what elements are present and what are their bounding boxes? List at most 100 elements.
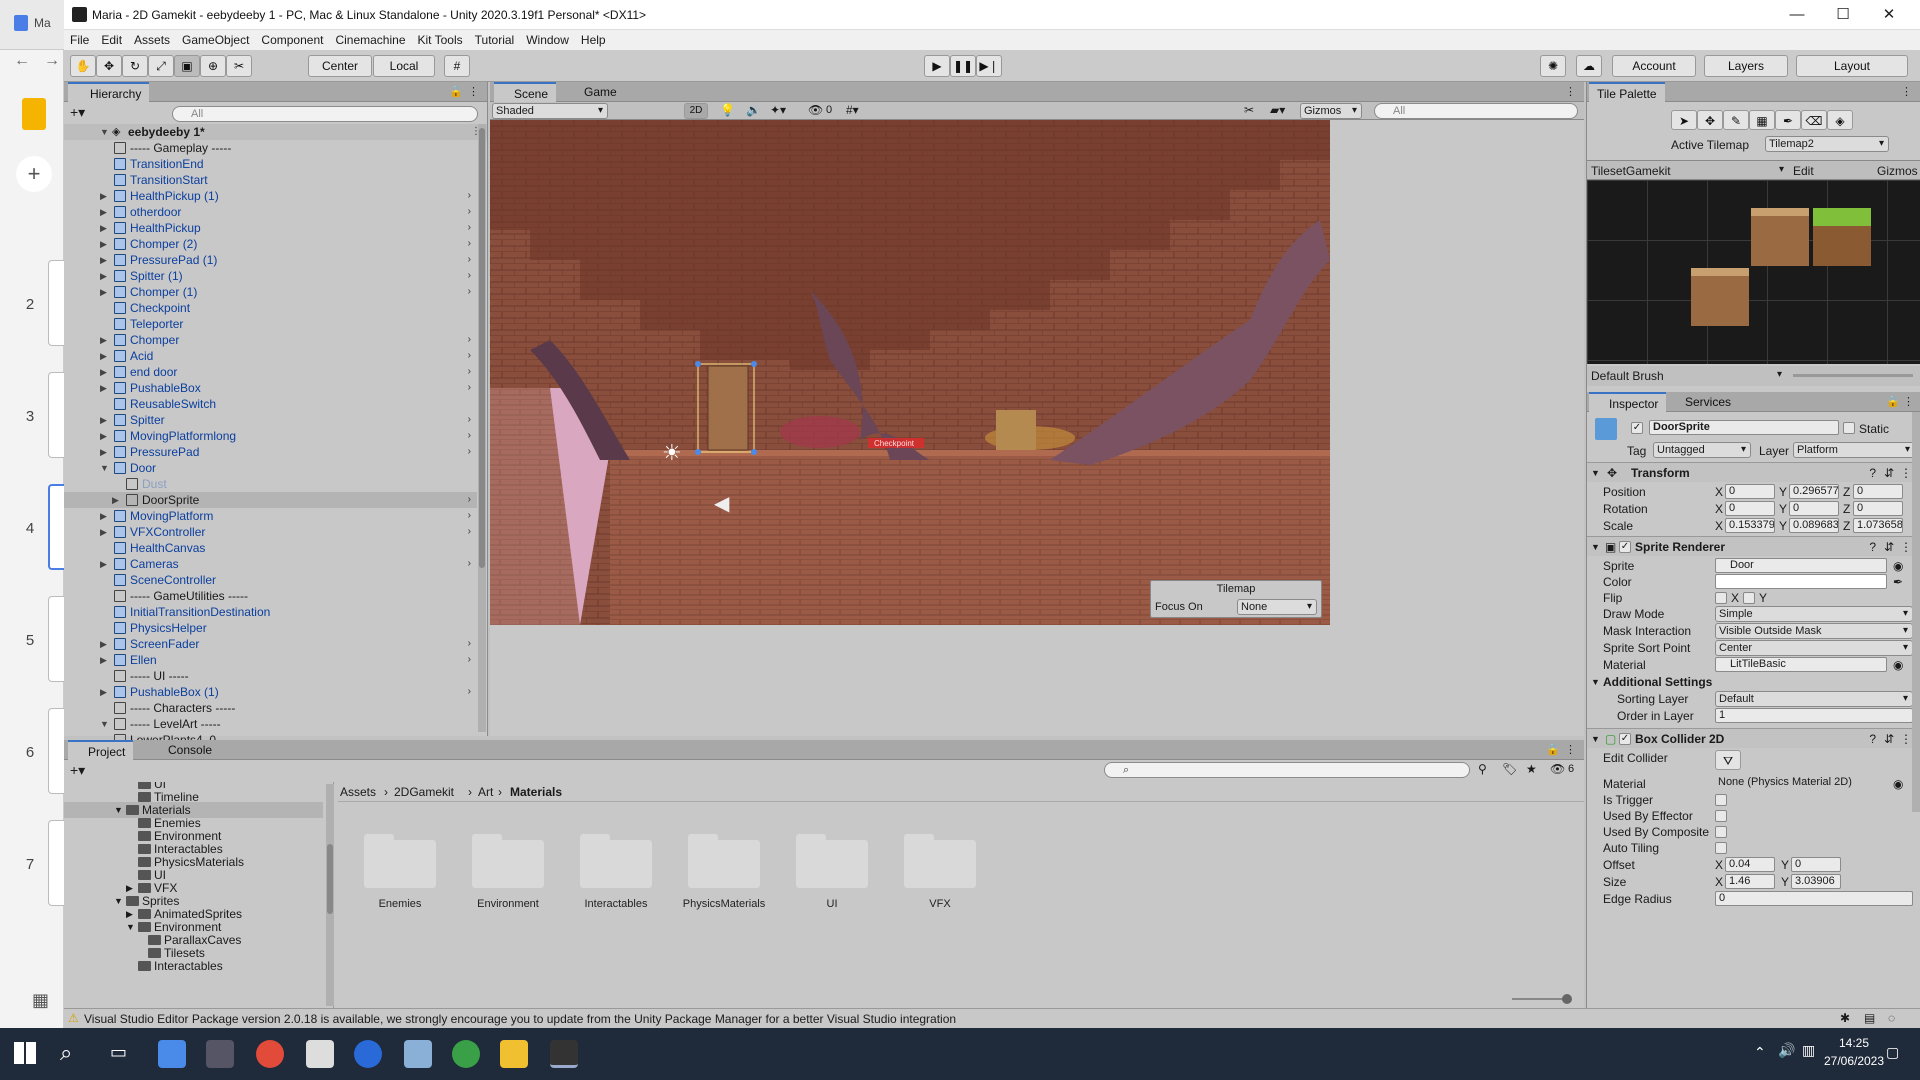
hierarchy-search-input[interactable]: All <box>172 106 478 122</box>
tag-dropdown[interactable]: Untagged <box>1653 442 1751 458</box>
expand-arrow[interactable]: ▶ <box>100 652 107 668</box>
active-tilemap-dropdown[interactable]: Tilemap2 <box>1765 136 1889 152</box>
hierarchy-row[interactable]: ----- GameUtilities ----- <box>64 588 477 604</box>
project-search-input[interactable]: ⌕ <box>1104 762 1470 778</box>
hierarchy-row[interactable]: ▼ Door <box>64 460 477 476</box>
expand-arrow[interactable]: ▶ <box>100 188 107 204</box>
panel-menu-icon[interactable]: ⋮ <box>1565 85 1576 98</box>
lock-icon[interactable]: 🔒 <box>449 85 463 98</box>
effects-icon[interactable]: ✦▾ <box>770 103 786 117</box>
expand-arrow[interactable]: ▶ <box>100 364 107 380</box>
hierarchy-row[interactable]: ▶ DoorSprite › <box>64 492 477 508</box>
prefab-open-icon[interactable]: › <box>468 652 471 668</box>
position-y-field[interactable]: 0.296577 <box>1789 484 1839 499</box>
position-z-field[interactable]: 0 <box>1853 484 1903 499</box>
add-slide-button[interactable]: + <box>16 156 52 192</box>
project-tree-item[interactable]: Interactables <box>64 958 323 974</box>
edit-collider-button[interactable]: ⛛ <box>1715 750 1741 770</box>
offset-y-field[interactable]: 0 <box>1791 857 1841 872</box>
forward-icon[interactable]: → <box>44 52 60 70</box>
hierarchy-row[interactable]: ▶ Chomper (2) › <box>64 236 477 252</box>
scene-root-row[interactable]: ▼ ◈ eebydeeby 1* ⋮ <box>64 124 487 140</box>
mask-dropdown[interactable]: Visible Outside Mask <box>1715 623 1913 639</box>
filter-label-icon[interactable]: 🏷 <box>1502 762 1517 776</box>
sprite-renderer-header[interactable]: ▼ ▣ ✓ Sprite Renderer ? ⇵ ⋮ <box>1587 536 1920 556</box>
expand-arrow[interactable]: ▶ <box>100 332 107 348</box>
tile-brick-1[interactable] <box>1751 208 1809 266</box>
play-button[interactable]: ▶ <box>924 55 950 77</box>
expand-arrow[interactable]: ▼ <box>100 460 109 476</box>
menu-cinemachine[interactable]: Cinemachine <box>329 33 411 47</box>
collider-material-field[interactable]: None (Physics Material 2D) <box>1715 776 1887 791</box>
is-trigger-checkbox[interactable] <box>1715 794 1727 806</box>
prefab-open-icon[interactable]: › <box>468 492 471 508</box>
prefab-open-icon[interactable]: › <box>468 236 471 252</box>
hierarchy-row[interactable]: ▶ Chomper (1) › <box>64 284 477 300</box>
breadcrumb-materials[interactable]: Materials <box>510 785 562 799</box>
hierarchy-row[interactable]: ▶ PushableBox (1) › <box>64 684 477 700</box>
hierarchy-row[interactable]: ▶ MovingPlatform › <box>64 508 477 524</box>
hand-tool-button[interactable]: ✋ <box>70 55 96 77</box>
hierarchy-row[interactable]: ▶ HealthPickup (1) › <box>64 188 477 204</box>
chrome-profile-icon[interactable] <box>452 1040 480 1068</box>
hierarchy-row[interactable]: Checkpoint <box>64 300 477 316</box>
handle-tr[interactable] <box>751 361 757 367</box>
help-icon[interactable]: ? <box>1869 537 1876 557</box>
scale-tool-button[interactable]: ⤢ <box>148 55 174 77</box>
background-tab[interactable]: Ma <box>0 0 64 50</box>
menu-tutorial[interactable]: Tutorial <box>469 33 521 47</box>
prefab-open-icon[interactable]: › <box>468 556 471 572</box>
auto-tiling-checkbox[interactable] <box>1715 842 1727 854</box>
folder-ui[interactable]: UI <box>796 828 868 910</box>
tab-game[interactable]: Game <box>564 82 625 102</box>
hierarchy-row[interactable]: ▶ MovingPlatformlong › <box>64 428 477 444</box>
tile-brick-2[interactable] <box>1691 268 1749 326</box>
tile-grid[interactable] <box>1587 180 1920 364</box>
hierarchy-row[interactable]: ▶ Ellen › <box>64 652 477 668</box>
scale-z-field[interactable]: 1.073658 <box>1853 518 1903 533</box>
palette-dropdown-arrow[interactable]: ▾ <box>1779 164 1784 175</box>
shading-dropdown[interactable]: Shaded <box>492 103 608 119</box>
chrome-icon[interactable] <box>256 1040 284 1068</box>
tray-chevron-icon[interactable]: ⌃ <box>1754 1044 1766 1061</box>
rotation-x-field[interactable]: 0 <box>1725 501 1775 516</box>
status-message[interactable]: Visual Studio Editor Package version 2.0… <box>84 1012 956 1026</box>
menu-file[interactable]: File <box>64 33 95 47</box>
expand-arrow[interactable]: ▶ <box>100 204 107 220</box>
cache-icon[interactable]: ▤ <box>1864 1011 1875 1025</box>
rotate-tool-button[interactable]: ↻ <box>122 55 148 77</box>
hierarchy-row[interactable]: Dust <box>64 476 477 492</box>
flip-y-checkbox[interactable] <box>1743 592 1755 604</box>
lock-icon[interactable]: 🔒 <box>1546 743 1560 756</box>
palette-dropdown[interactable]: TilesetGamekit <box>1591 164 1671 178</box>
focus-dropdown[interactable]: None <box>1237 599 1317 615</box>
prefab-open-icon[interactable]: › <box>468 204 471 220</box>
folder-physicsmaterials[interactable]: PhysicsMaterials <box>683 828 765 910</box>
fill-tool-icon[interactable]: ◈ <box>1827 110 1853 130</box>
hierarchy-row[interactable]: TransitionEnd <box>64 156 477 172</box>
help-icon[interactable]: ? <box>1869 463 1876 483</box>
box-collider-header[interactable]: ▼ ▢ ✓ Box Collider 2D ? ⇵ ⋮ <box>1587 728 1920 748</box>
object-picker-icon[interactable]: ◉ <box>1893 558 1903 574</box>
transform-tool-button[interactable]: ⊕ <box>200 55 226 77</box>
custom-tool-button[interactable]: ✂ <box>226 55 252 77</box>
hierarchy-row[interactable]: HealthCanvas <box>64 540 477 556</box>
clock-time[interactable]: 14:25 <box>1822 1036 1886 1050</box>
search-icon[interactable]: ⌕ <box>60 1040 72 1066</box>
expand-arrow[interactable]: ▼ <box>100 124 109 140</box>
layer-dropdown[interactable]: Platform <box>1793 442 1915 458</box>
unity-hub-icon[interactable] <box>306 1040 334 1068</box>
eyedropper-icon[interactable]: ✒ <box>1893 574 1903 590</box>
help-icon[interactable]: ? <box>1869 729 1876 749</box>
active-checkbox[interactable]: ✓ <box>1631 422 1643 434</box>
size-x-field[interactable]: 1.46 <box>1725 874 1775 889</box>
favorite-icon[interactable]: ★ <box>1526 762 1537 776</box>
lock-icon[interactable]: 🔒 <box>1886 395 1900 408</box>
prefab-open-icon[interactable]: › <box>468 348 471 364</box>
expand-arrow[interactable]: ▶ <box>100 524 107 540</box>
breadcrumb-art[interactable]: Art <box>478 785 493 799</box>
component-menu-icon[interactable]: ⋮ <box>1900 463 1912 483</box>
move-tool-button[interactable]: ✥ <box>96 55 122 77</box>
flip-x-checkbox[interactable] <box>1715 592 1727 604</box>
sorting-layer-dropdown[interactable]: Default <box>1715 691 1913 707</box>
